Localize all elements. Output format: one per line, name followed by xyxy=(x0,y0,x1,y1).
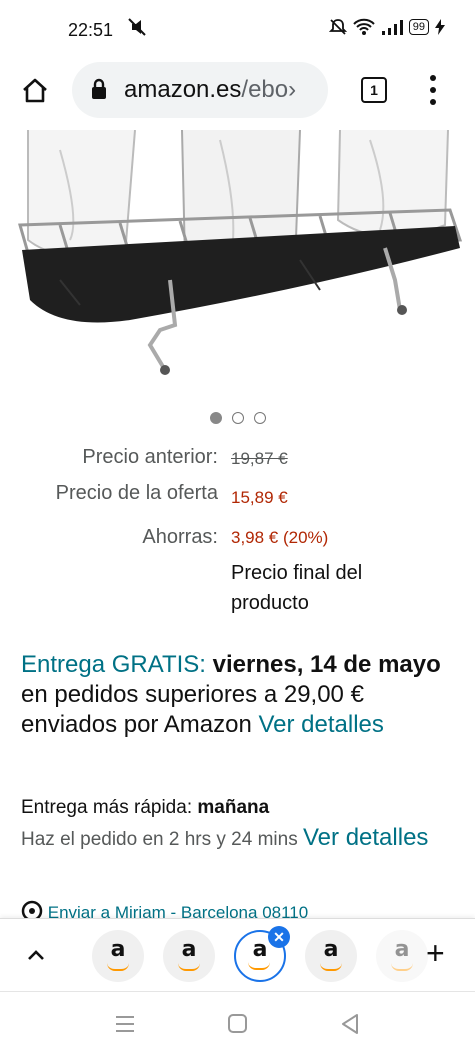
savings-label: Ahorras: xyxy=(142,526,218,548)
status-icons: 99 xyxy=(328,18,445,36)
tab-strip: a a a ✕ a a + xyxy=(0,918,475,992)
status-time: 22:51 xyxy=(68,20,114,40)
deal-price-label: Precio de la oferta xyxy=(55,482,218,504)
browser-toolbar: amazon.es/ebo› 1 xyxy=(0,58,475,131)
new-tab-icon[interactable]: + xyxy=(426,937,445,969)
delivery-details-link[interactable]: Ver detalles xyxy=(258,711,383,738)
chevron-up-icon[interactable] xyxy=(22,941,50,974)
status-bar: 22:51 99 xyxy=(0,0,475,58)
tab-thumbnail[interactable]: a xyxy=(163,930,215,982)
deal-price-value: 15,89 € xyxy=(231,488,288,507)
order-countdown: Haz el pedido en 2 hrs y 24 mins xyxy=(21,829,303,850)
fastest-delivery-day: mañana xyxy=(197,797,270,818)
location-pin-icon xyxy=(21,900,43,918)
carousel-dot[interactable] xyxy=(253,412,266,424)
charging-icon xyxy=(435,19,445,35)
home-nav-icon[interactable] xyxy=(227,1013,249,1035)
wifi-icon xyxy=(353,18,375,35)
ship-to-text: Enviar a Miriam - Barcelona 08110 xyxy=(47,903,309,918)
back-nav-icon[interactable] xyxy=(340,1013,360,1035)
tab-thumbnail-active[interactable]: a ✕ xyxy=(234,926,290,982)
savings-value: 3,98 € (20%) xyxy=(231,528,329,547)
carousel-dot[interactable] xyxy=(231,412,244,424)
tab-thumbnail[interactable]: a xyxy=(376,930,428,982)
url-text: amazon.es/ebo› xyxy=(124,76,297,103)
lock-icon xyxy=(90,78,108,105)
carousel-dot[interactable] xyxy=(209,412,222,424)
previous-price-value: 19,87 € xyxy=(231,449,288,468)
more-menu-icon[interactable] xyxy=(425,72,441,112)
signal-icon xyxy=(381,20,403,35)
delivery-date: viernes, 14 de mayo xyxy=(212,651,441,678)
mute-icon xyxy=(126,16,148,43)
fastest-details-link[interactable]: Ver detalles xyxy=(303,824,428,851)
final-price-note: Precio final del producto xyxy=(231,562,363,614)
tab-thumbnail[interactable]: a xyxy=(92,930,144,982)
close-tab-icon[interactable]: ✕ xyxy=(268,926,290,948)
free-delivery-label: Entrega GRATIS: xyxy=(21,651,206,678)
tab-thumbnail[interactable]: a xyxy=(305,930,357,982)
ship-to-location[interactable]: Enviar a Miriam - Barcelona 08110 xyxy=(21,900,308,918)
dnd-bell-icon xyxy=(328,19,347,35)
fastest-delivery-label: Entrega más rápida: xyxy=(21,797,198,818)
fastest-delivery: Entrega más rápida: mañana Haz el pedido… xyxy=(21,794,451,854)
image-carousel-indicator[interactable] xyxy=(0,412,475,424)
product-image[interactable] xyxy=(0,130,475,390)
home-icon[interactable] xyxy=(20,76,50,111)
battery-icon: 99 xyxy=(408,19,429,35)
tab-switcher-button[interactable]: 1 xyxy=(361,77,387,103)
recent-apps-icon[interactable] xyxy=(114,1014,136,1034)
system-nav-bar xyxy=(0,991,475,1057)
delivery-info: Entrega GRATIS: viernes, 14 de mayo en p… xyxy=(21,650,451,740)
address-bar[interactable]: amazon.es/ebo› xyxy=(72,62,328,118)
previous-price-label: Precio anterior: xyxy=(82,446,218,468)
